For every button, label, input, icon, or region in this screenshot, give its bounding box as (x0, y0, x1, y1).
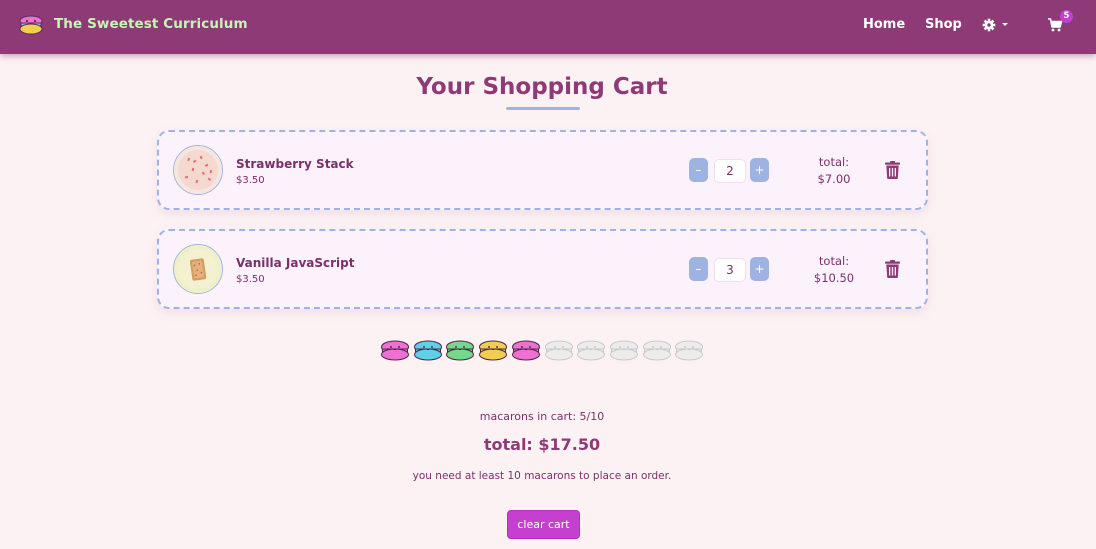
macaron-empty-icon (544, 340, 573, 361)
cart-count-badge: 5 (1060, 10, 1073, 23)
gear-icon[interactable] (982, 17, 1010, 33)
cart-item: Strawberry Stack $3.50 – 2 + total: $7.0… (157, 130, 928, 210)
chevron-down-icon (1002, 23, 1008, 26)
quantity-value[interactable]: 2 (714, 159, 746, 183)
macaron-empty-icon (642, 340, 671, 361)
macaron-filled-icon (413, 340, 442, 361)
strawberry-stack-image (173, 145, 223, 195)
macaron-empty-icon (577, 340, 606, 361)
trash-icon[interactable] (885, 161, 900, 179)
navbar: The Sweetest Curriculum Home Shop 5 (0, 0, 1096, 54)
macaron-empty-icon (609, 340, 638, 361)
item-total-value: $10.50 (813, 271, 855, 285)
macaron-logo-icon[interactable] (18, 13, 44, 37)
minimum-order-note: you need at least 10 macarons to place a… (412, 470, 672, 482)
vanilla-javascript-image (173, 244, 223, 294)
item-total-label: total: (818, 254, 850, 268)
item-name: Strawberry Stack (236, 157, 354, 171)
macaron-count-text: macarons in cart: 5/10 (479, 410, 605, 423)
trash-icon[interactable] (885, 260, 900, 278)
macaron-empty-icon (675, 340, 704, 361)
macaron-filled-icon (479, 340, 508, 361)
macaron-filled-icon (381, 340, 409, 361)
cart-item: Vanilla JavaScript $3.50 – 3 + total: $1… (157, 229, 928, 309)
item-price: $3.50 (236, 175, 265, 186)
item-price: $3.50 (236, 274, 265, 285)
item-total-label: total: (818, 155, 850, 169)
macaron-filled-icon (446, 340, 475, 361)
macaron-progress (380, 339, 710, 363)
title-underline (506, 107, 580, 110)
nav-home-link[interactable]: Home (863, 17, 905, 32)
item-total-value: $7.00 (817, 172, 851, 186)
brand-title[interactable]: The Sweetest Curriculum (54, 16, 248, 32)
page-title: Your Shopping Cart (416, 74, 668, 100)
cart-grand-total: total: $17.50 (483, 435, 601, 454)
clear-cart-button[interactable]: clear cart (507, 510, 580, 539)
increase-quantity-button[interactable]: + (750, 257, 769, 281)
quantity-value[interactable]: 3 (714, 258, 746, 282)
nav-shop-link[interactable]: Shop (925, 17, 962, 32)
decrease-quantity-button[interactable]: – (689, 257, 708, 281)
item-name: Vanilla JavaScript (236, 256, 355, 270)
increase-quantity-button[interactable]: + (750, 158, 769, 182)
decrease-quantity-button[interactable]: – (689, 158, 708, 182)
macaron-filled-icon (511, 340, 540, 361)
